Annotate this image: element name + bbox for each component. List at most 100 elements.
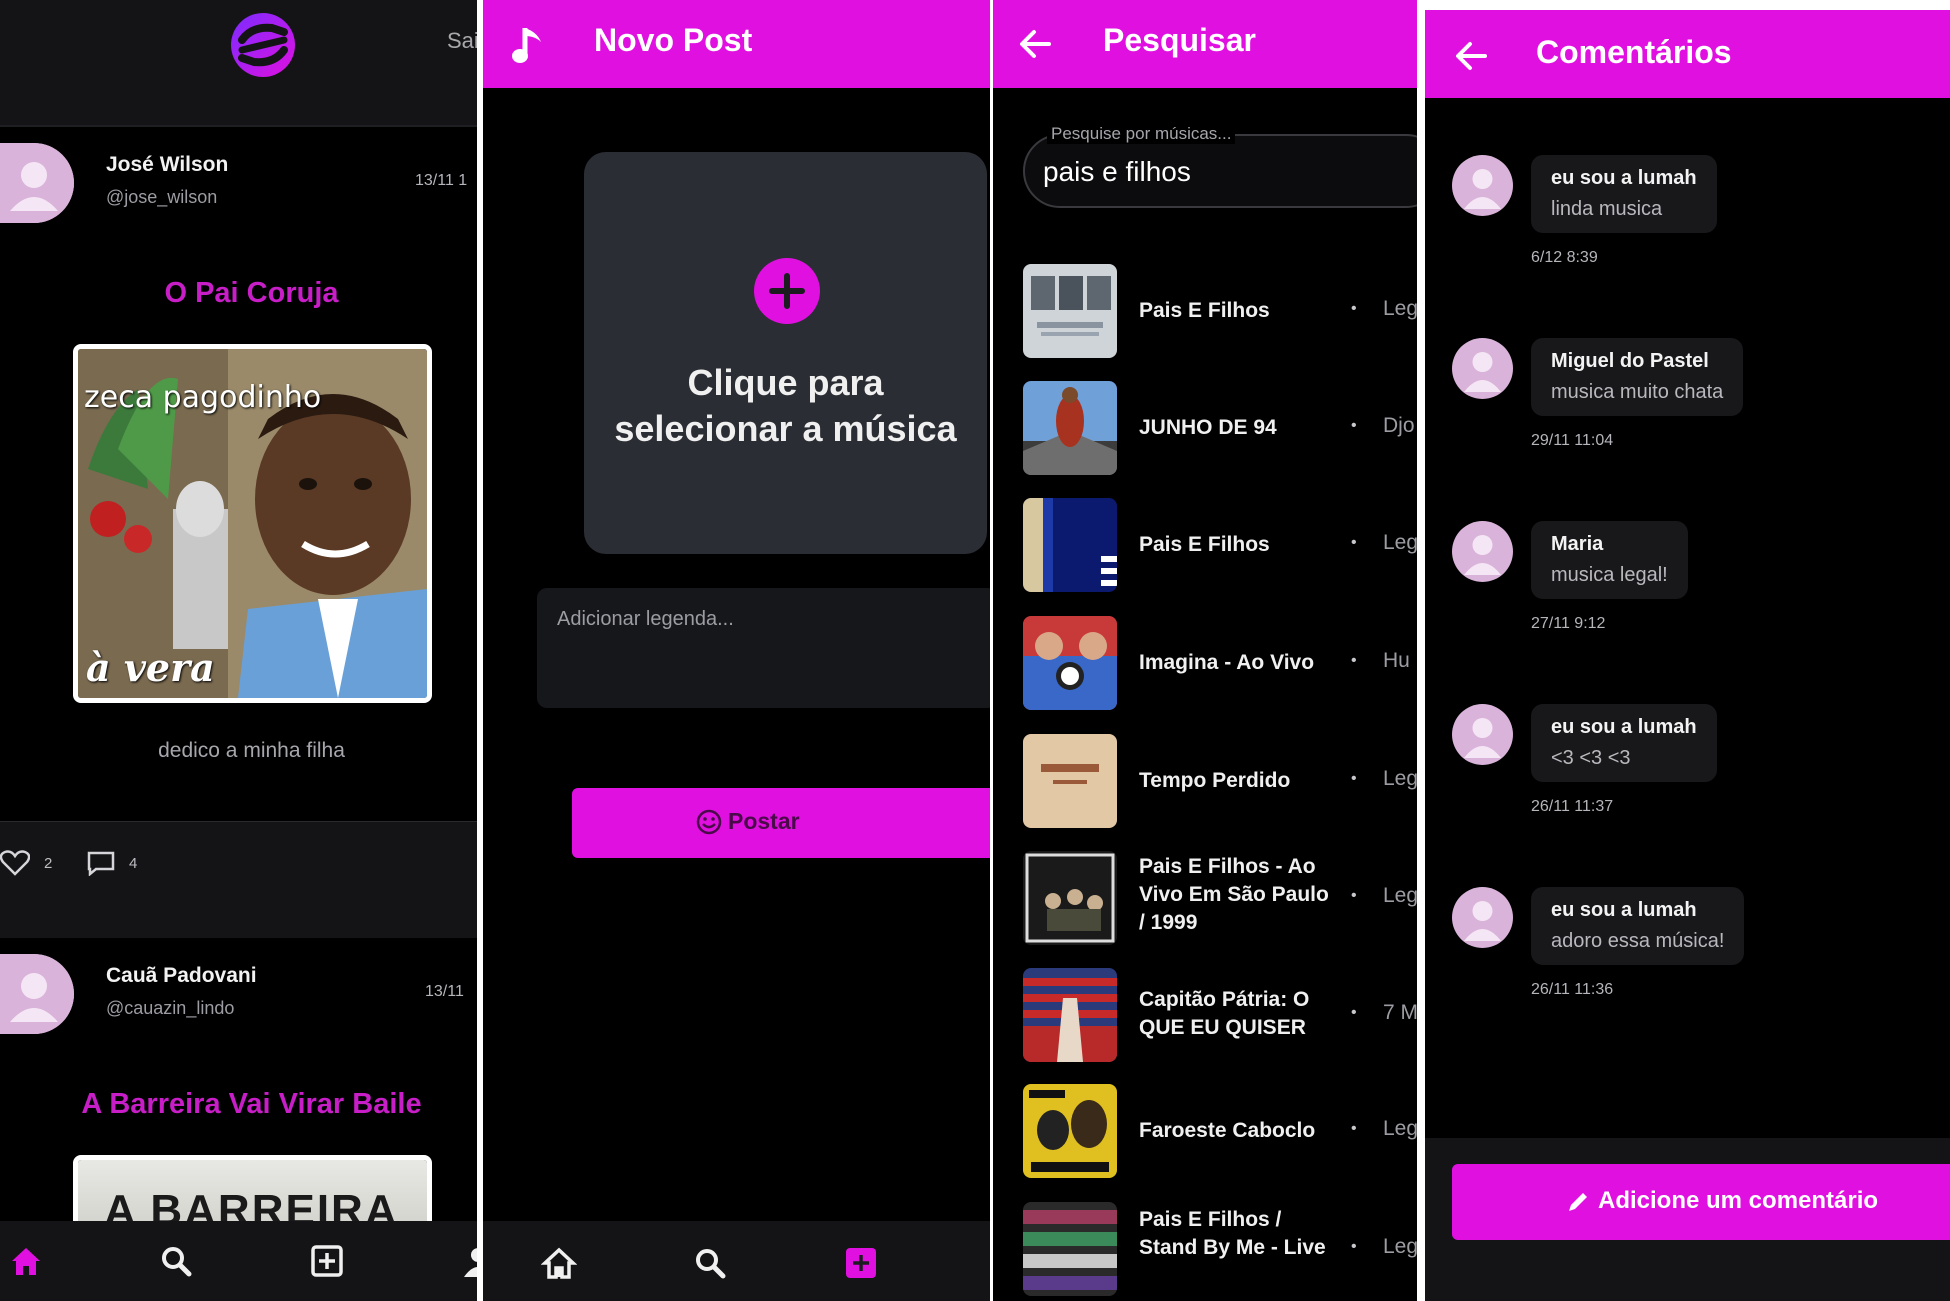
- search-input-value[interactable]: pais e filhos: [1043, 156, 1191, 188]
- add-comment-button[interactable]: Adicione um comentário: [1452, 1164, 1950, 1240]
- profile-icon[interactable]: [460, 1243, 477, 1279]
- search-appbar: Pesquisar: [993, 0, 1417, 88]
- result-title: Imagina - Ao Vivo: [1139, 651, 1315, 674]
- post-author-handle: @cauazin_lindo: [106, 998, 235, 1018]
- new-post-panel: Novo Post Clique para selecionar a músic…: [483, 0, 990, 1301]
- comment-bubble: eu sou a lumah <3 <3 <3: [1531, 704, 1717, 782]
- result-separator: •: [1351, 300, 1357, 317]
- comment-text: linda musica: [1551, 198, 1663, 220]
- user-avatar-icon: [0, 143, 74, 223]
- comment-author: eu sou a lumah: [1551, 899, 1697, 921]
- back-arrow-icon[interactable]: [1017, 26, 1053, 62]
- post-actions-bar: 2 4: [0, 822, 477, 904]
- comment-time: 26/11 11:36: [1531, 981, 1614, 998]
- result-title: Faroeste Caboclo: [1139, 1119, 1316, 1142]
- album-cover-artist-text: zeca pagodinho: [84, 380, 322, 415]
- comment-bubble: eu sou a lumah adoro essa música!: [1531, 887, 1745, 965]
- result-artist: Leg: [1383, 1117, 1417, 1140]
- comment-bubble: Miguel do Pastel musica muito chata: [1531, 338, 1744, 416]
- avatar[interactable]: [1452, 155, 1513, 216]
- feed-header: Sai: [0, 0, 477, 127]
- result-thumbnail: [1023, 1202, 1117, 1296]
- bottom-nav: [483, 1221, 990, 1301]
- pencil-icon: [1569, 1193, 1587, 1211]
- search-icon[interactable]: [158, 1243, 194, 1279]
- result-title: JUNHO DE 94: [1139, 416, 1277, 439]
- result-separator: •: [1351, 770, 1357, 787]
- select-music-card[interactable]: Clique para selecionar a música: [584, 152, 987, 554]
- post-author-handle: @jose_wilson: [106, 187, 218, 207]
- result-thumbnail: [1023, 616, 1117, 710]
- result-title: Pais E Filhos: [1139, 299, 1270, 322]
- result-title: Tempo Perdido: [1139, 769, 1291, 792]
- search-icon[interactable]: [692, 1245, 728, 1281]
- result-title: Capitão Pátria: O QUE EU QUISER: [1139, 988, 1310, 1039]
- avatar[interactable]: [1452, 521, 1513, 582]
- post-caption: dedico a minha filha: [158, 739, 345, 762]
- result-thumbnail: [1023, 381, 1117, 475]
- search-panel: Pesquisar Pesquise por músicas... pais e…: [993, 0, 1417, 1301]
- comment-author: eu sou a lumah: [1551, 716, 1697, 738]
- comment-time: 27/11 9:12: [1531, 615, 1606, 632]
- comment-author: Miguel do Pastel: [1551, 350, 1709, 372]
- album-cover[interactable]: zeca pagodinho à vera: [73, 344, 432, 703]
- home-icon[interactable]: [8, 1243, 44, 1279]
- caption-placeholder: Adicionar legenda...: [557, 608, 734, 630]
- result-separator: •: [1351, 652, 1357, 669]
- page-title: Comentários: [1536, 34, 1732, 70]
- add-square-icon[interactable]: [843, 1245, 879, 1281]
- smile-icon: [696, 809, 722, 835]
- comment-bubble: eu sou a lumah linda musica: [1531, 155, 1717, 233]
- comment-author: eu sou a lumah: [1551, 167, 1697, 189]
- result-separator: •: [1351, 1004, 1357, 1021]
- avatar[interactable]: [0, 954, 74, 1034]
- user-avatar-icon: [1464, 718, 1501, 758]
- result-thumbnail: [1023, 968, 1117, 1062]
- result-artist: Leg: [1383, 297, 1417, 320]
- post-separator: [0, 904, 477, 938]
- result-artist: Leg: [1383, 1235, 1417, 1258]
- result-title: Pais E Filhos: [1139, 533, 1270, 556]
- result-artist: Hu: [1383, 649, 1410, 672]
- post-song-title[interactable]: O Pai Coruja: [0, 277, 477, 310]
- app-logo-icon[interactable]: [228, 10, 298, 80]
- user-avatar-icon: [1464, 169, 1501, 209]
- post-date: 13/11 1: [415, 172, 468, 189]
- home-icon[interactable]: [541, 1245, 577, 1281]
- avatar[interactable]: [1452, 887, 1513, 948]
- result-thumbnail: [1023, 1084, 1117, 1178]
- result-title: Pais E Filhos - Ao Vivo Em São Paulo / 1…: [1139, 855, 1329, 934]
- result-separator: •: [1351, 1238, 1357, 1255]
- comment-bubble: Maria musica legal!: [1531, 521, 1688, 599]
- search-input-label: Pesquise por músicas...: [1047, 124, 1236, 144]
- result-artist: Leg: [1383, 884, 1417, 907]
- select-music-text[interactable]: Clique para selecionar a música: [584, 360, 987, 452]
- post-button[interactable]: Postar: [572, 788, 990, 858]
- heart-icon[interactable]: [0, 850, 30, 876]
- avatar[interactable]: [0, 143, 74, 223]
- logout-link[interactable]: Sai: [447, 28, 477, 54]
- caption-input[interactable]: Adicionar legenda...: [537, 588, 990, 708]
- result-thumbnail: [1023, 734, 1117, 828]
- result-separator: •: [1351, 887, 1357, 904]
- result-separator: •: [1351, 1120, 1357, 1137]
- post-author-name[interactable]: Cauã Padovani: [106, 964, 257, 988]
- user-avatar-icon: [0, 954, 74, 1034]
- user-avatar-icon: [1464, 535, 1501, 575]
- add-square-icon[interactable]: [309, 1243, 345, 1279]
- back-arrow-icon[interactable]: [1453, 38, 1489, 74]
- comments-appbar: Comentários: [1425, 10, 1950, 98]
- result-thumbnail: [1023, 851, 1117, 945]
- avatar[interactable]: [1452, 338, 1513, 399]
- album-cover-title-text: à vera: [86, 645, 215, 690]
- avatar[interactable]: [1452, 704, 1513, 765]
- result-artist: Djo: [1383, 414, 1415, 437]
- post-song-title[interactable]: A Barreira Vai Virar Baile: [0, 1088, 477, 1121]
- post-date: 13/11: [425, 983, 464, 1000]
- result-thumbnail: [1023, 498, 1117, 592]
- add-comment-label: Adicione um comentário: [1598, 1187, 1879, 1214]
- comment-text: musica legal!: [1551, 564, 1668, 586]
- add-circle-icon[interactable]: [754, 258, 820, 324]
- comment-icon[interactable]: [86, 850, 116, 876]
- post-author-name[interactable]: José Wilson: [106, 153, 228, 177]
